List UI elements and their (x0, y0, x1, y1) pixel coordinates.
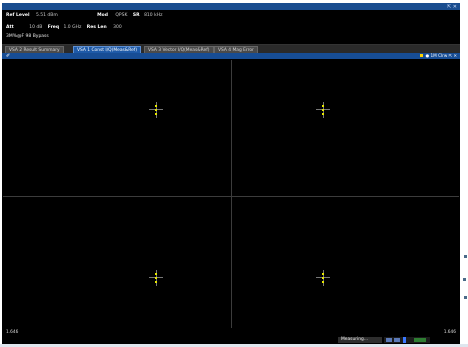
tab-mag-error[interactable]: VSA 4 Mag Error (214, 46, 258, 53)
ref-level-value[interactable]: 5.51 dBm (36, 13, 58, 18)
constellation-point-bottom-right (316, 270, 330, 286)
status-bar: Measuring... (2, 336, 460, 344)
trace-indicator-icon (420, 54, 424, 57)
desktop-speck (464, 296, 467, 299)
settings-header: Ref Level 5.51 dBm Mod QPSK SR 810 kHz A… (2, 10, 460, 45)
result-tabs: VSA 2 Result Summary VSA 1 Const I/Q(Mea… (2, 45, 460, 53)
constellation-point-top-left (149, 102, 163, 118)
freq-value[interactable]: 1.0 GHz (64, 25, 82, 30)
scale-right-label: 1.646 (443, 330, 456, 335)
mode-text: 3M%@F 98 Bypass (6, 34, 49, 39)
res-len-value[interactable]: 300 (113, 25, 122, 30)
constellation-display[interactable] (3, 60, 459, 328)
res-len-label: Res Len (86, 25, 107, 30)
ref-level-label: Ref Level (6, 13, 30, 18)
att-label: Att (6, 25, 14, 30)
desktop-right-strip (462, 0, 468, 347)
progress-meter (384, 337, 430, 343)
sr-label: SR (132, 13, 140, 18)
att-value[interactable]: 10 dB (29, 25, 42, 30)
mod-value[interactable]: QPSK (115, 13, 127, 18)
desktop-speck (464, 255, 467, 258)
status-ok-indicator (414, 338, 426, 342)
pin-icon[interactable]: ✐ (6, 53, 10, 59)
scale-left-label: 1.646 (6, 330, 19, 335)
analyzer-window: ⇱ ✕ Ref Level 5.51 dBm Mod QPSK SR 810 k… (2, 3, 460, 344)
desktop-speck (463, 278, 466, 281)
trace-info-bar: ✐ ● 1M Clrw ⇱ ✕ (2, 53, 460, 59)
window-title-bar: ⇱ ✕ (2, 3, 460, 10)
measuring-status: Measuring... (338, 337, 382, 343)
quadrant-divider-vertical (231, 60, 232, 328)
freq-label: Freq (47, 25, 60, 30)
trace-mode-text: ● 1M Clrw ⇱ ✕ (425, 53, 457, 58)
sr-value[interactable]: 810 kHz (144, 13, 162, 18)
tab-const-iq[interactable]: VSA 1 Const I/Q(Meas&Ref) (73, 46, 142, 53)
constellation-point-bottom-left (149, 270, 163, 286)
tab-vector-iq[interactable]: VSA 3 Vector I/Q(Meas&Ref) (144, 46, 214, 53)
quadrant-divider-horizontal (3, 196, 459, 197)
progress-indicator (403, 337, 406, 343)
header-row-1: Ref Level 5.51 dBm Mod QPSK SR 810 kHz (6, 13, 162, 18)
trace-mode[interactable]: ● 1M Clrw ⇱ ✕ (420, 53, 457, 58)
constellation-point-top-right (316, 102, 330, 118)
header-row-2: Att 10 dB Freq 1.0 GHz Res Len 300 (6, 25, 122, 30)
mod-label: Mod (97, 13, 108, 18)
tab-result-summary[interactable]: VSA 2 Result Summary (5, 46, 64, 53)
